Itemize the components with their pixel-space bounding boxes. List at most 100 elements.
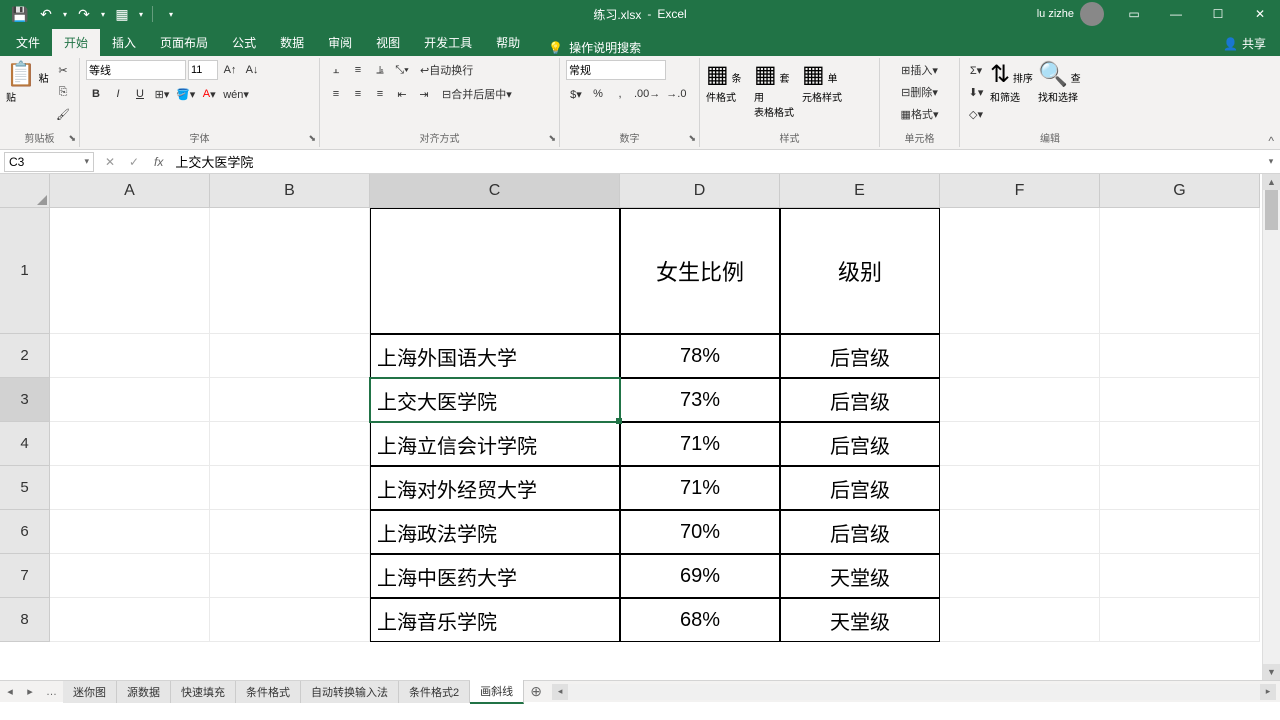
font-color-button[interactable]: A▾	[199, 84, 219, 104]
sheet-tab-source[interactable]: 源数据	[117, 681, 171, 703]
cell-B6[interactable]	[210, 510, 370, 554]
scroll-right-icon[interactable]: ▸	[1260, 684, 1276, 700]
cell-E2[interactable]: 后宫级	[780, 334, 940, 378]
redo-dropdown-icon[interactable]: ▾	[98, 2, 108, 26]
delete-cells-button[interactable]: ⊟ 删除 ▾	[886, 82, 953, 102]
fx-icon[interactable]: fx	[146, 155, 171, 169]
decrease-font-button[interactable]: A↓	[242, 60, 262, 80]
font-name-input[interactable]	[86, 60, 186, 80]
font-dialog-launcher[interactable]: ⬊	[308, 133, 316, 144]
cell-D4[interactable]: 71%	[620, 422, 780, 466]
cell-D8[interactable]: 68%	[620, 598, 780, 642]
cell-B1[interactable]	[210, 208, 370, 334]
avatar[interactable]	[1080, 2, 1104, 26]
ribbon-display-icon[interactable]: ▭	[1114, 0, 1154, 28]
redo-icon[interactable]: ↷	[72, 2, 96, 26]
cell-E4[interactable]: 后宫级	[780, 422, 940, 466]
close-icon[interactable]: ✕	[1240, 0, 1280, 28]
horizontal-scrollbar[interactable]: ◂ ▸	[552, 684, 1276, 700]
cell-E6[interactable]: 后宫级	[780, 510, 940, 554]
cell-B8[interactable]	[210, 598, 370, 642]
tab-review[interactable]: 审阅	[316, 29, 364, 56]
cell-G4[interactable]	[1100, 422, 1260, 466]
cell-C1[interactable]	[370, 208, 620, 334]
format-cells-button[interactable]: ▦ 格式 ▾	[886, 104, 953, 124]
row-header-1[interactable]: 1	[0, 208, 50, 334]
expand-formula-bar-icon[interactable]: ▾	[1262, 156, 1280, 167]
cell-C3[interactable]: 上交大医学院	[370, 378, 620, 422]
clipboard-dialog-launcher[interactable]: ⬊	[68, 133, 76, 144]
autosum-button[interactable]: Σ▾	[966, 60, 986, 80]
cell-B2[interactable]	[210, 334, 370, 378]
cell-B5[interactable]	[210, 466, 370, 510]
column-header-A[interactable]: A	[50, 174, 210, 208]
scroll-thumb[interactable]	[1265, 190, 1278, 230]
number-dialog-launcher[interactable]: ⬊	[688, 133, 696, 144]
cell-E8[interactable]: 天堂级	[780, 598, 940, 642]
cell-F6[interactable]	[940, 510, 1100, 554]
name-box-dropdown-icon[interactable]: ▾	[84, 156, 89, 167]
align-bottom-button[interactable]: ⫡	[370, 60, 390, 80]
clear-button[interactable]: ◇▾	[966, 104, 986, 124]
scroll-up-icon[interactable]: ▲	[1263, 174, 1280, 190]
conditional-format-button[interactable]: ▦ 条件格式	[706, 60, 750, 126]
row-header-4[interactable]: 4	[0, 422, 50, 466]
cell-F8[interactable]	[940, 598, 1100, 642]
orientation-button[interactable]: ⤡▾	[392, 60, 412, 80]
cell-G6[interactable]	[1100, 510, 1260, 554]
tab-formulas[interactable]: 公式	[220, 29, 268, 56]
align-right-button[interactable]: ≡	[370, 84, 390, 104]
row-header-7[interactable]: 7	[0, 554, 50, 598]
cell-B7[interactable]	[210, 554, 370, 598]
format-painter-button[interactable]: 🖌	[53, 104, 73, 124]
sheet-overflow-icon[interactable]: …	[40, 686, 63, 698]
row-header-2[interactable]: 2	[0, 334, 50, 378]
sheet-tab-input[interactable]: 自动转换输入法	[301, 681, 399, 703]
wrap-text-button[interactable]: ↩ 自动换行	[414, 60, 479, 80]
name-box[interactable]: C3 ▾	[4, 152, 94, 172]
collapse-ribbon-icon[interactable]: ^	[1268, 134, 1274, 148]
tab-data[interactable]: 数据	[268, 29, 316, 56]
sheet-tab-fill[interactable]: 快速填充	[171, 681, 236, 703]
cell-A1[interactable]	[50, 208, 210, 334]
cell-G1[interactable]	[1100, 208, 1260, 334]
cell-E7[interactable]: 天堂级	[780, 554, 940, 598]
sheet-tab-line[interactable]: 画斜线	[470, 680, 524, 704]
select-all-corner[interactable]	[0, 174, 50, 208]
cell-styles-button[interactable]: ▦ 单元格样式	[802, 60, 846, 126]
column-header-D[interactable]: D	[620, 174, 780, 208]
cell-F3[interactable]	[940, 378, 1100, 422]
cell-D1[interactable]: 女生比例	[620, 208, 780, 334]
share-button[interactable]: 👤 共享	[1213, 31, 1276, 56]
underline-button[interactable]: U	[130, 84, 150, 104]
fill-color-button[interactable]: 🪣▾	[174, 84, 197, 104]
cell-G5[interactable]	[1100, 466, 1260, 510]
paste-button[interactable]: 📋 粘贴	[6, 60, 49, 126]
increase-decimal-button[interactable]: .00→	[632, 84, 662, 104]
sheet-nav-prev-icon[interactable]: ◂	[0, 685, 20, 698]
cell-G2[interactable]	[1100, 334, 1260, 378]
row-header-5[interactable]: 5	[0, 466, 50, 510]
maximize-icon[interactable]: ☐	[1198, 0, 1238, 28]
undo-icon[interactable]: ↶	[34, 2, 58, 26]
find-select-button[interactable]: 🔍 查找和选择	[1038, 60, 1082, 126]
sheet-tab-cond[interactable]: 条件格式	[236, 681, 301, 703]
cell-C6[interactable]: 上海政法学院	[370, 510, 620, 554]
cell-C5[interactable]: 上海对外经贸大学	[370, 466, 620, 510]
column-header-G[interactable]: G	[1100, 174, 1260, 208]
phonetic-button[interactable]: wén▾	[221, 84, 251, 104]
tell-me-search[interactable]: 💡 操作说明搜索	[548, 39, 641, 56]
italic-button[interactable]: I	[108, 84, 128, 104]
cell-D3[interactable]: 73%	[620, 378, 780, 422]
align-left-button[interactable]: ≡	[326, 84, 346, 104]
cut-button[interactable]: ✂	[53, 60, 73, 80]
cell-E3[interactable]: 后宫级	[780, 378, 940, 422]
increase-font-button[interactable]: A↑	[220, 60, 240, 80]
cell-C8[interactable]: 上海音乐学院	[370, 598, 620, 642]
cell-E1[interactable]: 级别	[780, 208, 940, 334]
vertical-scrollbar[interactable]: ▲ ▼	[1262, 174, 1280, 680]
scroll-left-icon[interactable]: ◂	[552, 684, 568, 700]
column-header-B[interactable]: B	[210, 174, 370, 208]
currency-button[interactable]: $▾	[566, 84, 586, 104]
cell-F4[interactable]	[940, 422, 1100, 466]
